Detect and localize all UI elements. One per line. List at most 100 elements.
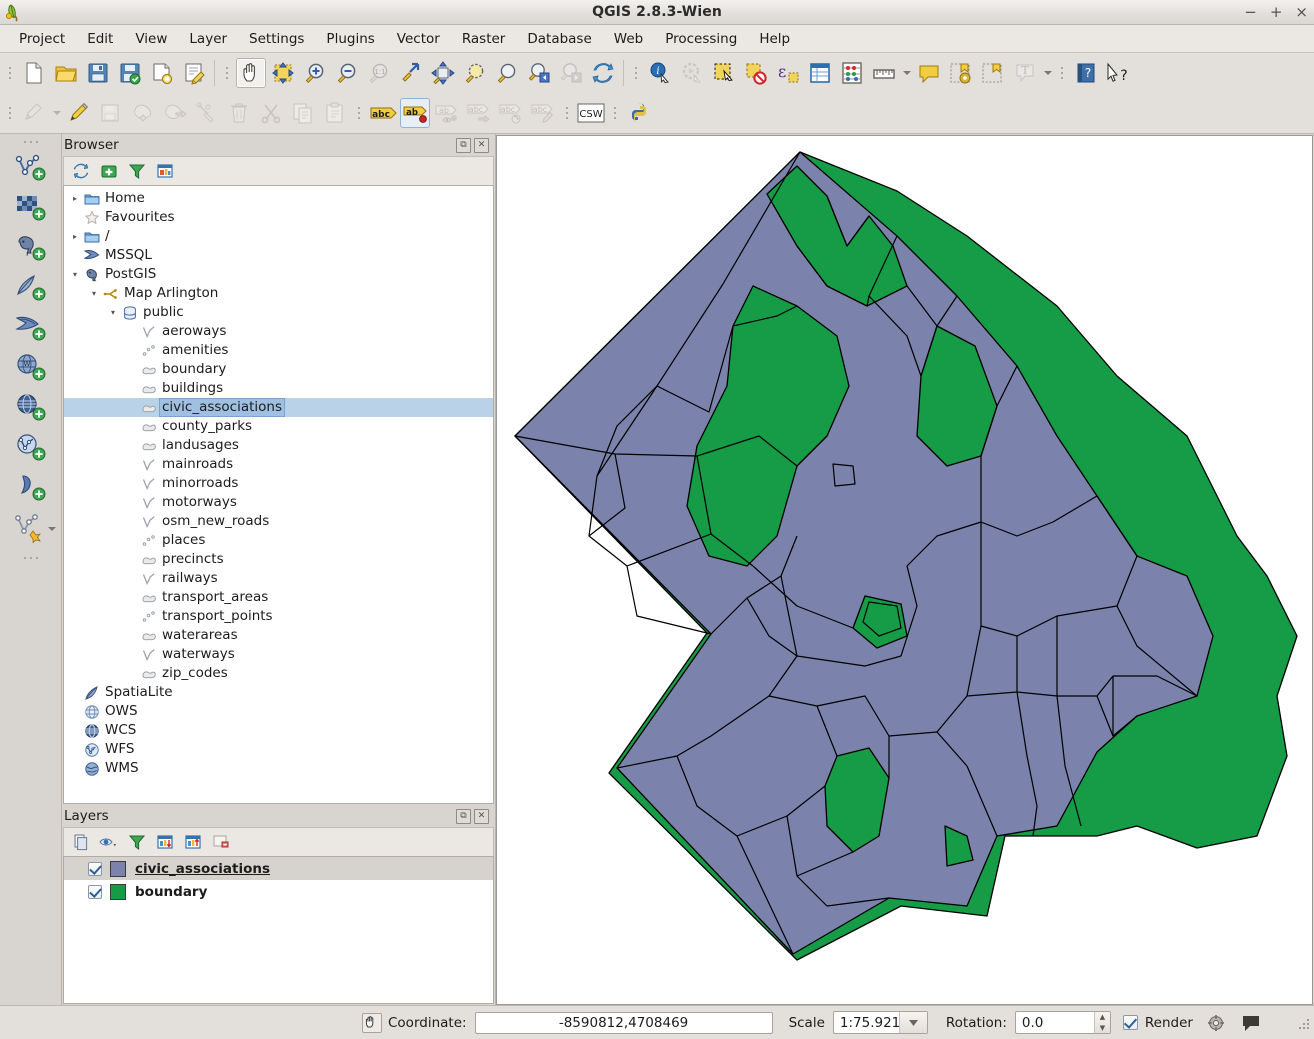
rotation-value[interactable]: 0.0 bbox=[1016, 1015, 1094, 1031]
python-console-icon[interactable] bbox=[624, 98, 654, 128]
add-vector-layer-icon[interactable] bbox=[9, 148, 53, 188]
browser-tree-item-waterareas[interactable]: waterareas bbox=[64, 626, 493, 645]
layers-float-button[interactable]: ⧉ bbox=[456, 808, 471, 824]
browser-tree-item-motorways[interactable]: motorways bbox=[64, 493, 493, 512]
browser-tree-item-county_parks[interactable]: county_parks bbox=[64, 417, 493, 436]
metasearch-csw-icon[interactable]: CSW bbox=[576, 98, 606, 128]
browser-tree-item-osm_new_roads[interactable]: osm_new_roads bbox=[64, 512, 493, 531]
scale-value[interactable]: 1:75.921 bbox=[834, 1015, 900, 1031]
labeling-icon[interactable]: abc bbox=[368, 98, 398, 128]
layer-item-civic_associations[interactable]: civic_associations bbox=[64, 857, 493, 880]
pan-map-icon[interactable] bbox=[236, 58, 266, 88]
save-project-icon[interactable] bbox=[83, 58, 113, 88]
browser-tree-item-transport_areas[interactable]: transport_areas bbox=[64, 588, 493, 607]
collapse-all-layers-icon[interactable] bbox=[180, 830, 206, 854]
add-raster-layer-icon[interactable] bbox=[9, 188, 53, 228]
layers-close-button[interactable]: ✕ bbox=[474, 808, 489, 824]
messages-log-icon[interactable] bbox=[1241, 1014, 1261, 1032]
zoom-next-icon[interactable] bbox=[556, 58, 586, 88]
run-feature-action-icon[interactable] bbox=[677, 58, 707, 88]
toolbar-grip-csw[interactable] bbox=[562, 99, 572, 127]
new-bookmark-icon[interactable] bbox=[946, 58, 976, 88]
browser-tree-item-spatialite[interactable]: SpatiaLite bbox=[64, 683, 493, 702]
browser-tree-item-wms[interactable]: WMS bbox=[64, 759, 493, 778]
copy-features-icon[interactable] bbox=[288, 98, 318, 128]
coordinate-input[interactable]: -8590812,4708469 bbox=[474, 1011, 773, 1034]
menu-processing[interactable]: Processing bbox=[654, 27, 748, 51]
add-group-icon[interactable] bbox=[68, 830, 94, 854]
toolbar-grip-label[interactable] bbox=[354, 99, 364, 127]
add-feature-icon[interactable] bbox=[128, 98, 158, 128]
chevron-down-icon[interactable]: ▾ bbox=[68, 270, 82, 279]
stepper-down-icon[interactable]: ▼ bbox=[1095, 1023, 1110, 1034]
add-spatialite-layer-icon[interactable] bbox=[9, 268, 53, 308]
add-delimited-text-layer-icon[interactable] bbox=[9, 468, 53, 508]
filter-legend-icon[interactable] bbox=[124, 830, 150, 854]
add-wms-layer-icon[interactable]: W bbox=[9, 348, 53, 388]
browser-tree-item-zip_codes[interactable]: zip_codes bbox=[64, 664, 493, 683]
toolbar-grip-python[interactable] bbox=[610, 99, 620, 127]
chevron-right-icon[interactable]: ▸ bbox=[68, 232, 82, 241]
remove-layer-icon[interactable] bbox=[208, 830, 234, 854]
browser-close-button[interactable]: ✕ bbox=[474, 137, 489, 153]
open-attribute-table-icon[interactable] bbox=[805, 58, 835, 88]
pan-to-selection-icon[interactable] bbox=[268, 58, 298, 88]
add-postgis-layer-icon[interactable] bbox=[9, 228, 53, 268]
add-wfs-layer-icon[interactable] bbox=[9, 428, 53, 468]
browser-tree-item-amenities[interactable]: amenities bbox=[64, 341, 493, 360]
browser-tree-item-buildings[interactable]: buildings bbox=[64, 379, 493, 398]
toolbar-grip-digitize[interactable] bbox=[5, 99, 15, 127]
refresh-icon[interactable] bbox=[588, 58, 618, 88]
help-contents-icon[interactable]: ? bbox=[1071, 58, 1101, 88]
browser-tree-item-public[interactable]: ▾ public bbox=[64, 303, 493, 322]
expand-all-icon[interactable] bbox=[152, 830, 178, 854]
whats-this-icon[interactable]: ? bbox=[1103, 58, 1133, 88]
menu-project[interactable]: Project bbox=[8, 27, 76, 51]
chevron-down-icon[interactable] bbox=[898, 1012, 927, 1033]
deselect-features-icon[interactable] bbox=[741, 58, 771, 88]
measure-line-icon[interactable] bbox=[869, 58, 899, 88]
text-annotation-icon[interactable]: T bbox=[1010, 58, 1040, 88]
browser-tree-item-mssql[interactable]: MSSQL bbox=[64, 246, 493, 265]
new-project-icon[interactable] bbox=[19, 58, 49, 88]
field-calculator-icon[interactable] bbox=[837, 58, 867, 88]
zoom-native-icon[interactable]: 1:1 bbox=[364, 58, 394, 88]
browser-tree-item-waterways[interactable]: waterways bbox=[64, 645, 493, 664]
toggle-editing-icon[interactable] bbox=[64, 98, 94, 128]
zoom-previous-icon[interactable] bbox=[524, 58, 554, 88]
layer-visibility-checkbox[interactable] bbox=[88, 884, 102, 899]
add-mssql-layer-icon[interactable] bbox=[9, 308, 53, 348]
cut-features-icon[interactable] bbox=[256, 98, 286, 128]
vtoolbar-grip-bottom[interactable] bbox=[16, 552, 46, 564]
menu-help[interactable]: Help bbox=[748, 27, 801, 51]
add-wcs-layer-icon[interactable] bbox=[9, 388, 53, 428]
annotation-dropdown-caret[interactable] bbox=[1041, 58, 1054, 88]
composer-manager-icon[interactable] bbox=[179, 58, 209, 88]
rotation-stepper[interactable]: ▲ ▼ bbox=[1093, 1012, 1110, 1034]
current-edits-icon[interactable] bbox=[19, 98, 49, 128]
browser-tree-item-mainroads[interactable]: mainroads bbox=[64, 455, 493, 474]
toolbar-grip-help[interactable] bbox=[1057, 59, 1067, 87]
paste-features-icon[interactable] bbox=[320, 98, 350, 128]
zoom-last-arrow-icon[interactable] bbox=[396, 58, 426, 88]
toolbar-grip-nav[interactable] bbox=[222, 59, 232, 87]
add-selected-layers-icon[interactable] bbox=[96, 159, 122, 183]
layer-item-boundary[interactable]: boundary bbox=[64, 880, 493, 903]
menu-edit[interactable]: Edit bbox=[76, 27, 124, 51]
new-shapefile-layer-icon[interactable] bbox=[9, 508, 53, 548]
zoom-in-icon[interactable] bbox=[300, 58, 330, 88]
browser-tree-item-transport_points[interactable]: transport_points bbox=[64, 607, 493, 626]
browser-tree-item-minorroads[interactable]: minorroads bbox=[64, 474, 493, 493]
browser-tree-item-map-arlington[interactable]: ▾ Map Arlington bbox=[64, 284, 493, 303]
stepper-up-icon[interactable]: ▲ bbox=[1095, 1012, 1110, 1023]
menu-web[interactable]: Web bbox=[603, 27, 654, 51]
node-tool-icon[interactable] bbox=[192, 98, 222, 128]
new-layer-caret[interactable] bbox=[46, 514, 59, 544]
save-layer-edits-icon[interactable] bbox=[96, 98, 126, 128]
zoom-out-icon[interactable] bbox=[332, 58, 362, 88]
browser-tree-item-ows[interactable]: OWS bbox=[64, 702, 493, 721]
browser-tree-item-postgis[interactable]: ▾ PostGIS bbox=[64, 265, 493, 284]
map-canvas[interactable] bbox=[496, 135, 1313, 1005]
browser-tree-item-boundary[interactable]: boundary bbox=[64, 360, 493, 379]
crs-status-icon[interactable] bbox=[1207, 1014, 1225, 1032]
